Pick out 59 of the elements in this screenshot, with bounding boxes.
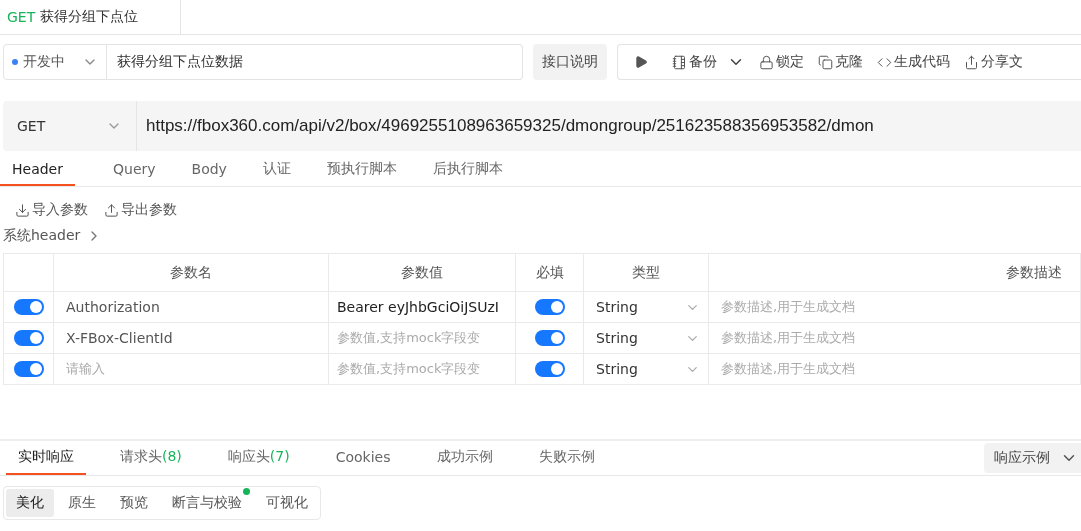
status-label: 开发中 [23, 53, 65, 71]
column-header: 必填 [516, 254, 584, 292]
required-toggle[interactable] [534, 299, 565, 315]
param-name[interactable]: Authorization [62, 299, 160, 315]
column-header: 类型 [584, 254, 709, 292]
play-icon[interactable] [634, 55, 648, 69]
doc-button[interactable]: 接口说明 [533, 44, 607, 80]
action-button[interactable]: 生成代码 [877, 53, 950, 71]
url-field[interactable]: https://fbox360.com/api/v2/box/4969255108963659325/dmongroup/251623588356953582/dmon [137, 101, 1081, 151]
column-header: 参数名 [54, 254, 329, 292]
status-select[interactable]: 开发中 [3, 44, 107, 80]
enable-toggle[interactable] [13, 361, 44, 377]
param-action-button[interactable]: 导出参数 [104, 201, 177, 219]
method-select[interactable]: GET [3, 101, 137, 151]
response-tab[interactable]: 响应头(7) [215, 441, 302, 475]
lock-icon [759, 54, 774, 70]
param-tab[interactable]: 预执行脚本 [314, 153, 409, 186]
copy-icon [818, 54, 833, 70]
param-name[interactable]: X-FBox-ClientId [62, 330, 173, 346]
column-header: 参数值 [329, 254, 516, 292]
param-tab[interactable]: Header [0, 153, 75, 186]
example-select[interactable]: 响应示例 [984, 443, 1081, 473]
response-tab[interactable]: 请求头(8) [108, 441, 194, 475]
type-select[interactable]: String [592, 361, 700, 377]
param-tab[interactable]: 认证 [250, 153, 303, 186]
action-button[interactable]: 锁定 [759, 53, 804, 71]
required-toggle[interactable] [534, 330, 565, 346]
view-mode-button[interactable]: 断言与校验 [162, 489, 252, 517]
type-select[interactable]: String [592, 330, 700, 346]
name-field[interactable]: 获得分组下点位数据 [107, 44, 523, 80]
share-icon [964, 54, 979, 70]
response-tab[interactable]: Cookies [323, 441, 403, 475]
enable-toggle[interactable] [13, 330, 44, 346]
action-button[interactable]: 分享文 [964, 53, 1023, 71]
enable-toggle[interactable] [13, 299, 44, 315]
notebook-icon [672, 54, 687, 70]
action-button[interactable]: 克隆 [818, 53, 863, 71]
view-mode-button[interactable]: 美化 [6, 489, 54, 517]
param-action-button[interactable]: 导入参数 [15, 201, 88, 219]
column-header: 参数描述 [709, 254, 1081, 292]
action-button[interactable]: 备份 [672, 53, 745, 71]
param-tab[interactable]: Query [101, 153, 168, 186]
param-tab[interactable]: 后执行脚本 [420, 153, 515, 186]
response-tab[interactable]: 失败示例 [526, 441, 607, 475]
method-label: GET [7, 9, 36, 25]
view-mode-button[interactable]: 原生 [58, 489, 106, 517]
required-toggle[interactable] [534, 361, 565, 377]
document-tab[interactable]: GET 获得分组下点位 [0, 0, 181, 34]
param-tab[interactable]: Body [179, 153, 239, 186]
download-icon [15, 202, 30, 218]
response-tab[interactable]: 实时响应 [6, 441, 86, 475]
view-mode-button[interactable]: 预览 [110, 489, 158, 517]
response-tab[interactable]: 成功示例 [424, 441, 505, 475]
view-mode-button[interactable]: 可视化 [256, 489, 318, 517]
upload-icon [104, 202, 119, 218]
param-value[interactable]: Bearer eyJhbGciOiJSUzI [337, 299, 499, 315]
system-header-toggle[interactable]: 系统header [3, 227, 103, 245]
tab-title: 获得分组下点位 [40, 8, 139, 26]
type-select[interactable]: String [592, 299, 700, 315]
